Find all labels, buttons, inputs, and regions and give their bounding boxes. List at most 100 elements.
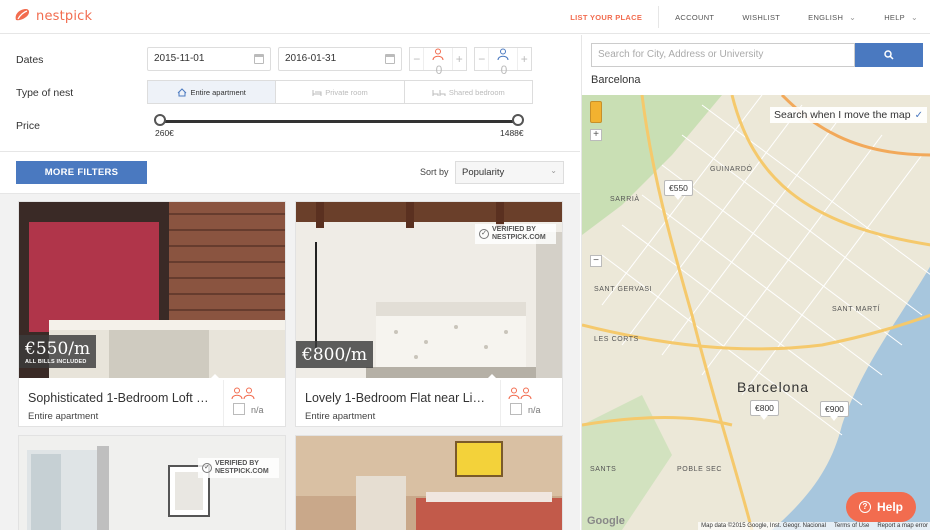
- map-view[interactable]: + − Search when I move the map ✓ SARRIÀ …: [582, 95, 930, 530]
- minus-button[interactable]: −: [410, 52, 423, 66]
- map-price-pin[interactable]: €550: [664, 180, 693, 200]
- listing-card[interactable]: ✓ VERIFIED BY NESTPICK.COM: [19, 436, 285, 530]
- help-label: HELP: [884, 12, 905, 22]
- language-dropdown[interactable]: ENGLISH ⌄: [808, 13, 856, 22]
- district-label: SARRIÀ: [610, 196, 640, 203]
- checkmark-icon: ✓: [914, 109, 923, 121]
- plus-button[interactable]: +: [518, 52, 531, 66]
- nest-type-entire-apartment[interactable]: Entire apartment: [148, 81, 276, 103]
- listing-type: Entire apartment: [28, 411, 99, 422]
- dates-label: Dates: [16, 54, 44, 66]
- search-on-move-toggle[interactable]: Search when I move the map ✓: [770, 107, 927, 123]
- sort-select[interactable]: Popularity ⌄: [455, 161, 564, 184]
- price-slider-track[interactable]: [160, 120, 518, 123]
- date-to-value: 2016-01-31: [285, 53, 337, 64]
- listing-card[interactable]: ✓ VERIFIED BY NESTPICK.COM €800/m Lovely…: [296, 202, 562, 426]
- minus-button[interactable]: −: [475, 52, 488, 66]
- house-icon: [178, 87, 187, 96]
- map-search-button[interactable]: [855, 43, 923, 67]
- district-label: SANTS: [590, 466, 617, 473]
- people-icon: [508, 387, 532, 399]
- calendar-icon: [254, 54, 264, 64]
- checkmark-icon: ✓: [479, 229, 489, 239]
- help-label: Help: [876, 500, 903, 514]
- listing-size: n/a: [528, 405, 541, 415]
- nestpick-logo-icon: [12, 6, 32, 26]
- listing-info: Sophisticated 1-Bedroom Loft near Gràcia…: [19, 380, 285, 426]
- sort-value: Popularity: [462, 167, 505, 178]
- people-icon: [231, 387, 255, 399]
- date-to-input[interactable]: 2016-01-31: [278, 47, 402, 71]
- listing-title[interactable]: Lovely 1-Bedroom Flat near Liceu: [305, 391, 489, 405]
- zoom-out-button[interactable]: −: [590, 255, 602, 267]
- checkmark-icon: ✓: [202, 463, 212, 473]
- listing-grid: €550/m ALL BILLS INCLUDED Sophisticated …: [0, 194, 580, 530]
- listing-title[interactable]: Sophisticated 1-Bedroom Loft near Gràcia: [28, 391, 212, 405]
- more-filters-button[interactable]: MORE FILTERS: [16, 161, 147, 184]
- plus-button[interactable]: +: [453, 52, 466, 66]
- verified-text: VERIFIED BY NESTPICK.COM: [215, 460, 269, 475]
- price-max-value: 1488€: [500, 128, 524, 138]
- listing-type: Entire apartment: [305, 411, 376, 422]
- report-error-link[interactable]: Report a map error: [877, 523, 928, 529]
- bed-icon: [312, 89, 322, 96]
- wishlist-link[interactable]: WISHLIST: [742, 13, 780, 22]
- price-label: Price: [16, 120, 40, 132]
- listing-card[interactable]: [296, 436, 562, 530]
- chevron-down-icon: ⌄: [849, 12, 857, 22]
- zoom-in-button[interactable]: +: [590, 129, 602, 141]
- map-price-pin[interactable]: €900: [820, 401, 849, 421]
- top-header: nestpick LIST YOUR PLACE ACCOUNT WISHLIS…: [0, 0, 930, 34]
- chevron-down-icon: ⌄: [910, 12, 918, 22]
- district-label: SANT MARTÍ: [832, 306, 881, 313]
- listing-photo[interactable]: ✓ VERIFIED BY NESTPICK.COM: [19, 436, 285, 530]
- district-label: GUINARDÓ: [710, 166, 753, 173]
- price-badge: €550/m ALL BILLS INCLUDED: [19, 335, 97, 368]
- street-view-icon[interactable]: [590, 101, 602, 123]
- help-button[interactable]: ? Help: [846, 492, 916, 522]
- logo-text: nestpick: [36, 8, 93, 24]
- verified-badge: ✓ VERIFIED BY NESTPICK.COM: [198, 458, 279, 478]
- price-max-handle[interactable]: [512, 114, 524, 126]
- question-icon: ?: [858, 501, 871, 513]
- listing-photo[interactable]: ✓ VERIFIED BY NESTPICK.COM €800/m: [296, 202, 562, 378]
- person-icon: [432, 48, 444, 61]
- map-price-pin[interactable]: €800: [750, 400, 779, 420]
- nest-type-label: Private room: [325, 87, 368, 97]
- listing-photo[interactable]: €550/m ALL BILLS INCLUDED: [19, 202, 285, 378]
- map-panel: Search for City, Address or University B…: [581, 35, 930, 530]
- list-your-place-link[interactable]: LIST YOUR PLACE: [570, 13, 642, 22]
- price-note: ALL BILLS INCLUDED: [25, 359, 87, 365]
- terms-link[interactable]: Terms of Use: [834, 523, 869, 529]
- guests-stepper: − 0 +: [409, 47, 467, 77]
- nest-type-private-room[interactable]: Private room: [275, 81, 403, 103]
- account-link[interactable]: ACCOUNT: [675, 13, 714, 22]
- nest-type-shared-bedroom[interactable]: Shared bedroom: [403, 81, 532, 103]
- language-label: ENGLISH: [808, 12, 844, 22]
- price-min-handle[interactable]: [154, 114, 166, 126]
- listing-card[interactable]: €550/m ALL BILLS INCLUDED Sophisticated …: [19, 202, 285, 426]
- search-on-move-label: Search when I move the map: [774, 109, 911, 121]
- size-icon: [510, 403, 522, 415]
- size-icon: [233, 403, 245, 415]
- nest-type-label: Entire apartment: [190, 87, 246, 97]
- map-search-input[interactable]: Search for City, Address or University: [591, 43, 855, 67]
- district-label: LES CORTS: [594, 336, 639, 343]
- guests-value: 0: [500, 63, 508, 77]
- type-of-nest-label: Type of nest: [16, 87, 74, 99]
- filters-divider: [0, 151, 580, 152]
- google-logo[interactable]: Google: [587, 515, 625, 527]
- sort-by-label: Sort by: [420, 167, 449, 177]
- search-filters: Dates 2015-11-01 2016-01-31 − 0 + − 0 + …: [0, 35, 580, 151]
- listing-meta: n/a: [223, 380, 285, 426]
- listing-meta: n/a: [500, 380, 562, 426]
- logo[interactable]: nestpick: [12, 6, 92, 26]
- price-value: €800/m: [302, 345, 368, 365]
- guests-value: 0: [435, 63, 443, 77]
- listing-photo[interactable]: [296, 436, 562, 530]
- help-dropdown[interactable]: HELP ⌄: [884, 13, 918, 22]
- guests-count: 0: [423, 48, 453, 77]
- date-from-input[interactable]: 2015-11-01: [147, 47, 271, 71]
- map-city-label: Barcelona: [737, 379, 810, 395]
- chevron-down-icon: ⌄: [550, 166, 557, 175]
